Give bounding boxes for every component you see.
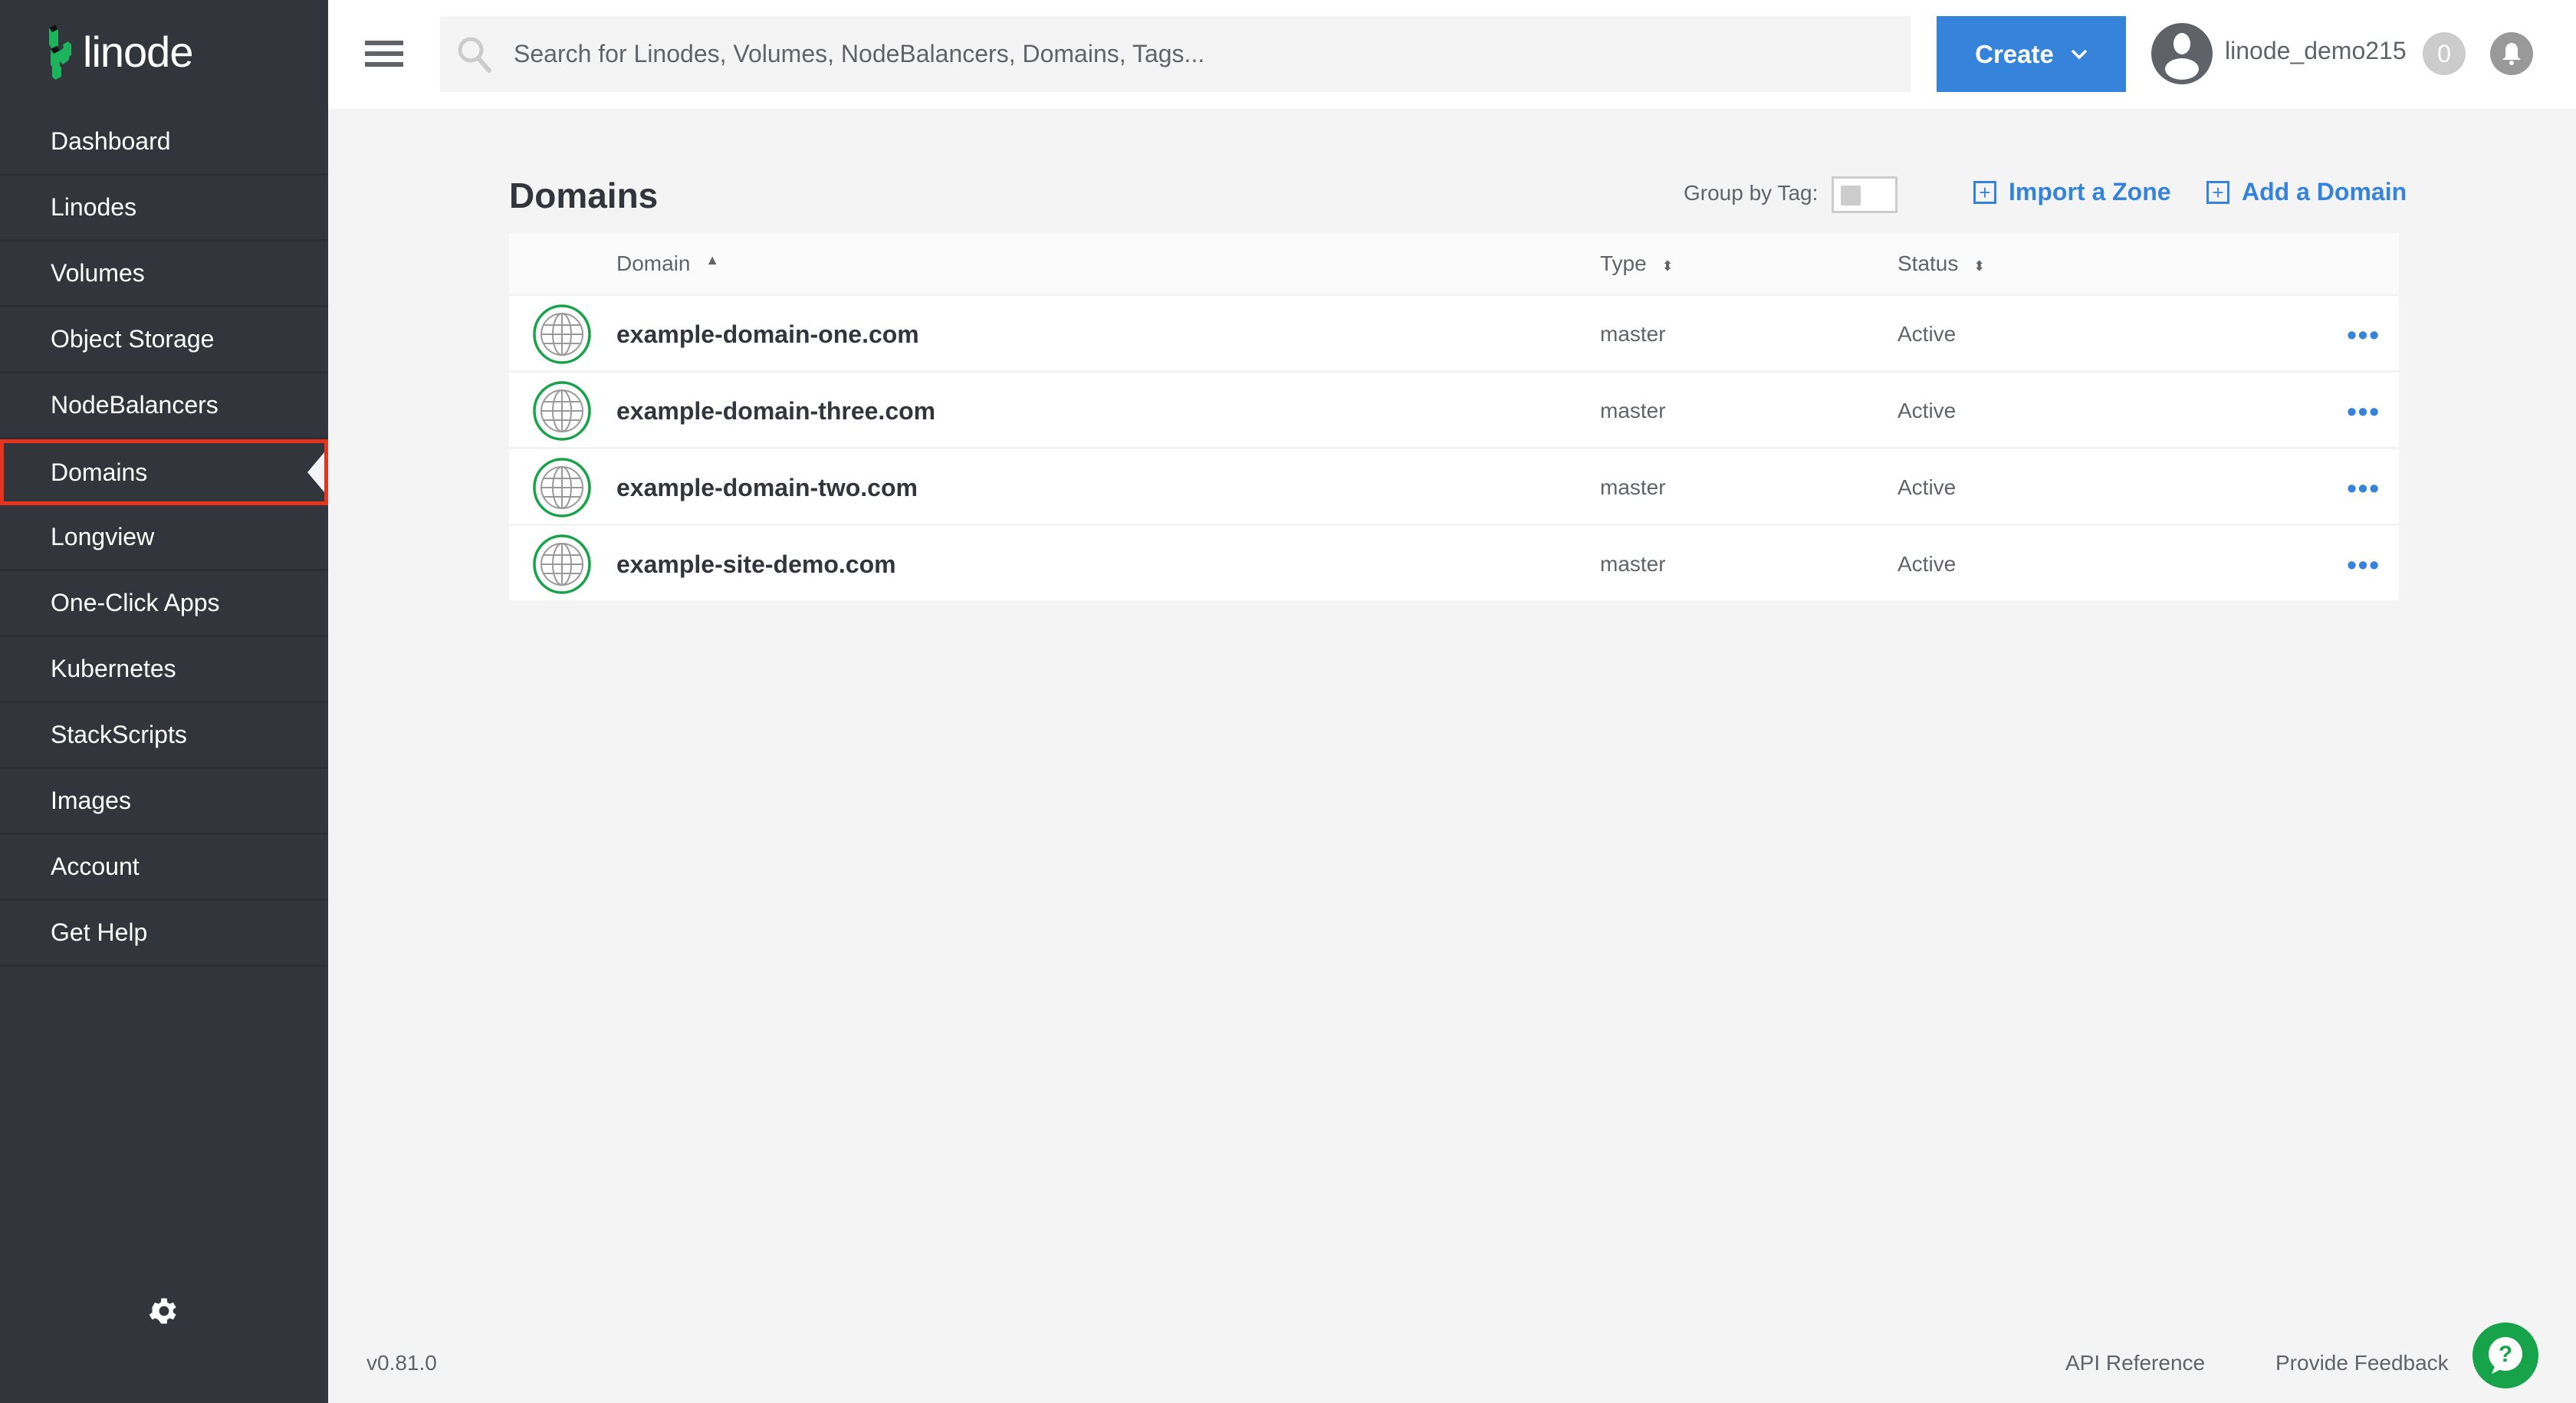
linode-logo-icon [49, 25, 71, 80]
more-actions-icon[interactable]: ••• [2347, 472, 2380, 504]
globe-icon [533, 381, 591, 441]
add-domain-button[interactable]: + Add a Domain [2206, 178, 2407, 206]
plus-icon: + [2206, 180, 2229, 204]
globe-icon [533, 458, 591, 518]
domain-status: Active [1898, 399, 1957, 422]
search-icon [458, 37, 491, 73]
sidebar-item-kubernetes[interactable]: Kubernetes [0, 637, 328, 703]
domain-type: master [1600, 475, 1666, 499]
sidebar: linode Dashboard Linodes Volumes Object … [0, 0, 328, 1403]
version-label: v0.81.0 [366, 1351, 437, 1375]
settings-gear-icon[interactable] [147, 1294, 181, 1328]
search-input[interactable] [514, 40, 1817, 68]
import-zone-button[interactable]: + Import a Zone [1973, 178, 2171, 206]
notification-bell-icon[interactable] [2490, 32, 2533, 75]
sidebar-item-domains[interactable]: Domains [0, 439, 328, 505]
column-header-status[interactable]: Status ⬍ [1898, 251, 1985, 276]
more-actions-icon[interactable]: ••• [2347, 549, 2380, 581]
group-by-tag-label: Group by Tag: [1684, 181, 1819, 205]
help-question-icon: ? [2489, 1337, 2522, 1374]
sidebar-item-nodebalancers[interactable]: NodeBalancers [0, 373, 328, 439]
plus-icon: + [1973, 180, 1996, 204]
search-bar[interactable] [440, 16, 1911, 92]
sidebar-item-images[interactable]: Images [0, 769, 328, 835]
sidebar-item-one-click-apps[interactable]: One-Click Apps [0, 571, 328, 637]
domain-type: master [1600, 322, 1666, 346]
logo-text: linode [83, 27, 193, 76]
more-actions-icon[interactable]: ••• [2347, 319, 2380, 351]
domain-name-link[interactable]: example-domain-one.com [616, 320, 919, 349]
table-header: Domain ▲ Type ⬍ Status ⬍ [509, 233, 2399, 296]
sort-icon: ⬍ [1661, 258, 1674, 274]
sidebar-item-stackscripts[interactable]: StackScripts [0, 703, 328, 769]
chevron-down-icon [2071, 49, 2088, 59]
linode-logo[interactable]: linode [48, 23, 193, 80]
add-domain-label: Add a Domain [2242, 178, 2407, 205]
page-title: Domains [509, 176, 659, 215]
sort-asc-icon: ▲ [705, 252, 720, 268]
sort-icon: ⬍ [1973, 258, 1986, 274]
sidebar-item-account[interactable]: Account [0, 835, 328, 901]
domain-status: Active [1898, 475, 1957, 499]
menu-toggle-icon[interactable] [365, 41, 403, 67]
create-label: Create [1975, 39, 2054, 68]
provide-feedback-link[interactable]: Provide Feedback [2275, 1351, 2449, 1375]
domain-status: Active [1898, 552, 1957, 576]
domains-table: Domain ▲ Type ⬍ Status ⬍ example-domain-… [509, 233, 2399, 603]
sidebar-nav: Dashboard Linodes Volumes Object Storage… [0, 110, 328, 967]
domain-name-link[interactable]: example-site-demo.com [616, 550, 896, 579]
top-bar: Create linode_demo215 0 [328, 0, 2576, 109]
table-row[interactable]: example-domain-three.com master Active •… [509, 373, 2399, 449]
domain-type: master [1600, 399, 1666, 422]
api-reference-link[interactable]: API Reference [2065, 1351, 2205, 1375]
import-zone-label: Import a Zone [2009, 178, 2171, 205]
sidebar-item-linodes[interactable]: Linodes [0, 176, 328, 242]
help-button[interactable]: ? [2472, 1322, 2538, 1388]
globe-icon [533, 534, 591, 594]
column-header-domain[interactable]: Domain ▲ [616, 251, 719, 276]
domain-status: Active [1898, 322, 1957, 346]
table-row[interactable]: example-site-demo.com master Active ••• [509, 526, 2399, 603]
sidebar-item-longview[interactable]: Longview [0, 505, 328, 571]
domain-name-link[interactable]: example-domain-three.com [616, 397, 935, 426]
notification-count-badge[interactable]: 0 [2423, 32, 2466, 75]
user-avatar-icon[interactable] [2151, 23, 2213, 84]
table-row[interactable]: example-domain-one.com master Active ••• [509, 296, 2399, 373]
sidebar-item-get-help[interactable]: Get Help [0, 901, 328, 967]
domain-name-link[interactable]: example-domain-two.com [616, 474, 918, 502]
username[interactable]: linode_demo215 [2225, 37, 2407, 65]
column-header-type[interactable]: Type ⬍ [1600, 251, 1674, 276]
sidebar-item-object-storage[interactable]: Object Storage [0, 307, 328, 373]
more-actions-icon[interactable]: ••• [2347, 396, 2380, 428]
sidebar-item-volumes[interactable]: Volumes [0, 242, 328, 307]
create-button[interactable]: Create [1937, 16, 2126, 92]
domain-type: master [1600, 552, 1666, 576]
group-by-tag-toggle[interactable] [1832, 176, 1898, 213]
table-row[interactable]: example-domain-two.com master Active ••• [509, 449, 2399, 526]
sidebar-item-dashboard[interactable]: Dashboard [0, 110, 328, 176]
svg-text:?: ? [2499, 1342, 2512, 1367]
globe-icon [533, 304, 591, 364]
